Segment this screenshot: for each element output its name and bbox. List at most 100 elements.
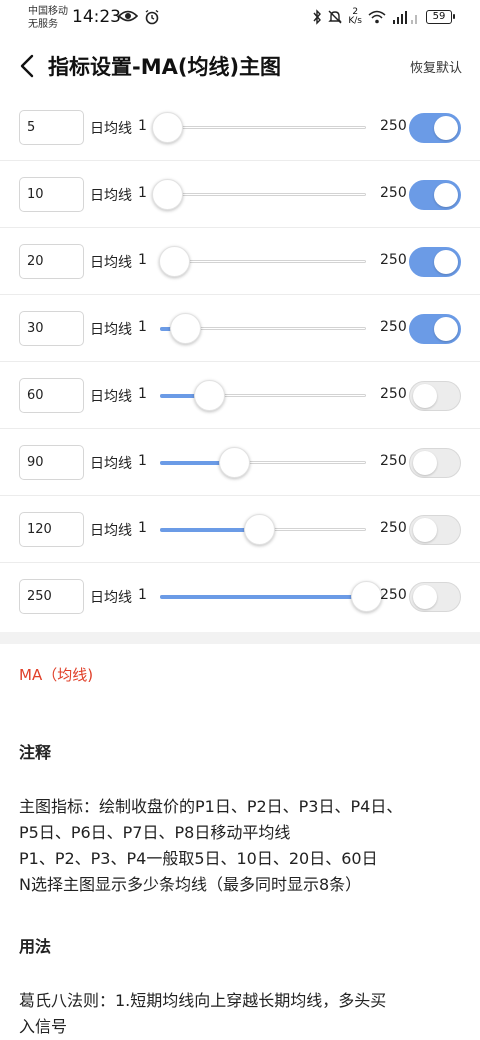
slider-max-label: 250 (380, 118, 407, 134)
slider-thumb[interactable] (152, 179, 183, 210)
ma-enable-toggle[interactable] (409, 180, 461, 210)
network-speed-unit: K/s (348, 16, 362, 26)
ma-period-slider[interactable] (152, 112, 366, 143)
alarm-icon (145, 9, 159, 25)
slider-thumb[interactable] (244, 514, 275, 545)
slider-track (160, 260, 366, 263)
ma-days-input[interactable]: 5 (19, 110, 84, 145)
ma-row-label: 日均线 (90, 188, 132, 204)
slider-max-label: 250 (380, 319, 407, 335)
slider-max-label: 250 (380, 587, 407, 603)
ma-enable-toggle[interactable] (409, 515, 461, 545)
ma-days-input[interactable]: 60 (19, 378, 84, 413)
slider-min-label: 1 (138, 453, 147, 469)
app-header: 指标设置-MA(均线)主图 恢复默认 (0, 38, 480, 94)
page-title: 指标设置-MA(均线)主图 (48, 55, 282, 79)
ma-row: 250 日均线 1 250 (0, 563, 480, 630)
slider-track (160, 126, 366, 129)
toggle-knob (413, 518, 437, 542)
notes-heading: 注释 (19, 743, 52, 762)
ma-enable-toggle[interactable] (409, 314, 461, 344)
eye-icon (118, 10, 138, 22)
ma-row: 90 日均线 1 250 (0, 429, 480, 496)
ma-period-slider[interactable] (160, 380, 366, 411)
ma-row: 10 日均线 1 250 (0, 161, 480, 228)
notes-line: P1、P2、P3、P4一般取5日、10日、20日、60日 (19, 849, 378, 868)
ma-row: 20 日均线 1 250 (0, 228, 480, 295)
toggle-knob (434, 250, 458, 274)
usage-line: 葛氏八法则：1.短期均线向上穿越长期均线，多头买 (19, 991, 387, 1010)
slider-min-label: 1 (138, 319, 147, 335)
slider-max-label: 250 (380, 520, 407, 536)
slider-thumb[interactable] (194, 380, 225, 411)
notes-text: 主图指标：绘制收盘价的P1日、P2日、P3日、P4日、 P5日、P6日、P7日、… (19, 794, 469, 898)
ma-period-slider[interactable] (160, 514, 366, 545)
signal-icon (393, 11, 417, 24)
slider-max-label: 250 (380, 252, 407, 268)
ma-row-label: 日均线 (90, 523, 132, 539)
restore-defaults-button[interactable]: 恢复默认 (410, 57, 462, 76)
ma-days-input[interactable]: 20 (19, 244, 84, 279)
clock: 14:23 (72, 7, 121, 27)
ma-period-slider[interactable] (160, 447, 366, 478)
ma-enable-toggle[interactable] (409, 448, 461, 478)
ma-settings-list: 5 日均线 1 250 10 日均线 1 250 20 日均线 1 250 30 日均线 1 250 60 日均线… (0, 94, 480, 630)
slider-min-label: 1 (138, 185, 147, 201)
usage-line: 入信号 (19, 1017, 68, 1036)
notes-line: P5日、P6日、P7日、P8日移动平均线 (19, 823, 291, 842)
wifi-icon (368, 10, 386, 24)
ma-row: 5 日均线 1 250 (0, 94, 480, 161)
ma-period-slider[interactable] (152, 179, 366, 210)
carrier-name: 中国移动 (28, 6, 68, 17)
ma-days-input[interactable]: 120 (19, 512, 84, 547)
ma-row: 30 日均线 1 250 (0, 295, 480, 362)
ma-enable-toggle[interactable] (409, 582, 461, 612)
slider-thumb[interactable] (170, 313, 201, 344)
toggle-knob (434, 116, 458, 140)
indicator-name: MA（均线) (19, 666, 94, 684)
carrier-info: 中国移动 无服务 (28, 5, 68, 31)
ma-days-input[interactable]: 250 (19, 579, 84, 614)
chevron-left-icon[interactable] (14, 52, 42, 80)
status-bar: 中国移动 无服务 14:23 2 K/s 59 (0, 0, 480, 38)
slider-thumb[interactable] (219, 447, 250, 478)
slider-thumb[interactable] (159, 246, 190, 277)
section-divider (0, 632, 480, 644)
ma-period-slider[interactable] (159, 246, 366, 277)
slider-max-label: 250 (380, 386, 407, 402)
slider-fill (160, 595, 366, 599)
slider-min-label: 1 (138, 118, 147, 134)
notes-line: 主图指标：绘制收盘价的P1日、P2日、P3日、P4日、 (19, 797, 403, 816)
toggle-knob (413, 384, 437, 408)
slider-min-label: 1 (138, 252, 147, 268)
slider-min-label: 1 (138, 386, 147, 402)
ma-row: 120 日均线 1 250 (0, 496, 480, 563)
slider-min-label: 1 (138, 520, 147, 536)
slider-min-label: 1 (138, 587, 147, 603)
battery-icon: 59 (426, 10, 455, 24)
ma-row-label: 日均线 (90, 121, 132, 137)
ma-row-label: 日均线 (90, 389, 132, 405)
toggle-knob (413, 451, 437, 475)
ma-enable-toggle[interactable] (409, 381, 461, 411)
ma-row-label: 日均线 (90, 590, 132, 606)
slider-thumb[interactable] (152, 112, 183, 143)
slider-track (160, 193, 366, 196)
ma-row-label: 日均线 (90, 322, 132, 338)
ma-period-slider[interactable] (160, 581, 382, 612)
slider-thumb[interactable] (351, 581, 382, 612)
toggle-knob (434, 317, 458, 341)
ma-enable-toggle[interactable] (409, 247, 461, 277)
slider-max-label: 250 (380, 453, 407, 469)
toggle-knob (434, 183, 458, 207)
ma-period-slider[interactable] (160, 313, 366, 344)
ma-days-input[interactable]: 30 (19, 311, 84, 346)
slider-max-label: 250 (380, 185, 407, 201)
ma-row-label: 日均线 (90, 255, 132, 271)
bluetooth-icon (313, 9, 322, 25)
ma-days-input[interactable]: 10 (19, 177, 84, 212)
service-status: 无服务 (28, 19, 58, 30)
ma-enable-toggle[interactable] (409, 113, 461, 143)
usage-text: 葛氏八法则：1.短期均线向上穿越长期均线，多头买 入信号 (19, 988, 469, 1040)
ma-days-input[interactable]: 90 (19, 445, 84, 480)
